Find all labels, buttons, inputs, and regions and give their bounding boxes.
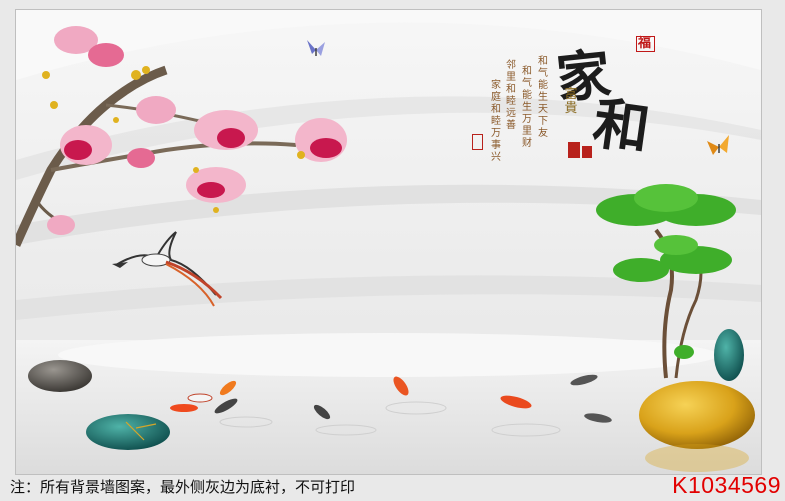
print-note: 注：所有背景墙图案，最外侧灰边为底衬，不可打印 <box>10 478 356 496</box>
red-seal-stamp <box>472 134 483 150</box>
artwork-illustration <box>16 10 761 474</box>
butterfly-top <box>307 40 325 56</box>
red-seal-stamp <box>568 142 580 158</box>
red-seal-stamp <box>582 146 592 158</box>
fu-seal: 福 <box>636 36 656 52</box>
calligraphy-he: 和 <box>589 90 656 164</box>
poem-column: 和气能生万里财 <box>522 66 532 149</box>
poem-column: 邻里和睦远善 <box>506 60 516 131</box>
wallpaper-artwork: 家 和 福 富貴 和气能生天下友 和气能生万里财 邻里和睦远善 家庭和睦万事兴 <box>15 9 762 475</box>
fugui-subtitle: 富貴 <box>564 87 578 116</box>
poem-column: 家庭和睦万事兴 <box>491 80 501 163</box>
poem-column: 和气能生天下友 <box>538 56 548 139</box>
butterfly-right <box>707 135 729 155</box>
product-code: K1034569 <box>672 472 781 498</box>
